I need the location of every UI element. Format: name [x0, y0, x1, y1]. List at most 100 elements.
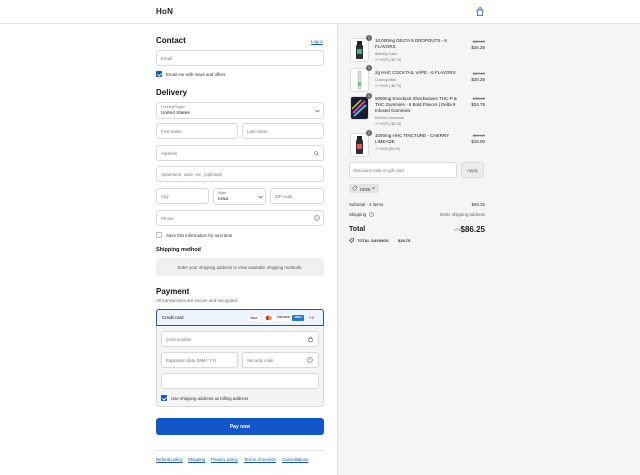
help-circle-icon[interactable]: ?	[314, 215, 320, 221]
product-discount: ☍ H025 (-$6.75)	[375, 58, 402, 62]
news-label: Email me with news and offers	[166, 72, 226, 77]
quantity-badge: 1	[366, 93, 372, 99]
product-thumbnail	[350, 96, 369, 120]
first-name-field[interactable]: First name	[156, 123, 238, 139]
help-circle-icon[interactable]: ?	[307, 357, 313, 363]
product-variant: Electric Lemonade	[375, 116, 404, 120]
payment-subtitle: All transactions are secure and encrypte…	[156, 298, 239, 303]
product-discount-text: H025 (-$6.75)	[379, 58, 402, 62]
country-select[interactable]: Country/Region United States	[156, 102, 324, 119]
zip-field[interactable]: ZIP code	[270, 188, 324, 204]
expiration-placeholder: Expiration date (MM / YY)	[166, 358, 217, 363]
total-savings-value: $28.75	[398, 238, 411, 243]
pay-now-label: Pay now	[229, 424, 251, 430]
product-thumbnail	[350, 68, 369, 92]
product-discount: ☍ H025 ($5.00)	[375, 147, 400, 151]
product-price: $20.25	[471, 77, 485, 82]
total-label: Total	[349, 226, 366, 233]
pay-now-button[interactable]: Pay now	[156, 418, 324, 435]
contact-title: Contact	[156, 36, 186, 45]
name-on-card-field[interactable]	[161, 373, 319, 389]
amex-icon: AMEX	[292, 315, 304, 321]
billing-same-checkbox[interactable]	[161, 395, 167, 401]
product-price: $24.75	[471, 102, 485, 107]
security-code-placeholder: Security code	[247, 358, 274, 363]
shopping-bag-icon[interactable]	[476, 7, 484, 16]
shipping-label: Shipping	[349, 212, 367, 217]
state-label: State	[218, 191, 227, 195]
product-old-price: $33.00	[472, 39, 485, 44]
product-discount-text: H025 ($5.00)	[379, 147, 400, 151]
city-field[interactable]: City	[156, 188, 209, 204]
apartment-field[interactable]: Apartment, suite, etc. (optional)	[156, 166, 324, 182]
card-number-field[interactable]: Card number	[161, 331, 319, 347]
header: HoN	[0, 0, 640, 24]
product-variant: Birthday Cake	[375, 52, 397, 56]
terms-of-service-link[interactable]: Terms of service	[244, 457, 276, 462]
login-link[interactable]: Log in	[311, 39, 323, 44]
country-label: Country/Region	[161, 105, 186, 109]
expiration-field[interactable]: Expiration date (MM / YY)	[161, 352, 238, 368]
apply-button[interactable]: Apply	[461, 162, 484, 178]
phone-placeholder: Phone	[161, 216, 174, 221]
shipping-method-message: Enter your shipping address to view avai…	[177, 264, 303, 270]
product-discount: ☍ H025 (-$8.25)	[375, 122, 402, 126]
visa-icon: VISA	[248, 315, 260, 321]
product-name: 10,000mg DELTA 8 DROPOUTS - 6 FLAVORS	[375, 38, 447, 49]
delivery-title: Delivery	[156, 88, 188, 97]
news-checkbox[interactable]	[156, 71, 162, 77]
apply-label: Apply	[467, 168, 478, 173]
search-icon	[314, 151, 319, 156]
remove-code-icon[interactable]: ×	[372, 186, 375, 192]
product-old-price: $27.00	[472, 71, 485, 76]
brand-logo[interactable]: HoN	[156, 7, 173, 16]
security-code-field[interactable]: Security code ?	[242, 352, 319, 368]
tag-icon	[352, 186, 357, 191]
state-select[interactable]: State Iowa	[213, 188, 266, 205]
save-info-checkbox[interactable]	[156, 232, 162, 238]
product-name: 2g HHC COCKTAIL VAPE - 6 FLAVORS	[375, 70, 456, 75]
product-discount-text: H025 (-$8.25)	[379, 122, 402, 126]
discover-icon: DISCOVER	[277, 315, 290, 321]
footer-divider	[156, 450, 324, 451]
chevron-down-icon	[315, 109, 320, 113]
lock-icon	[308, 336, 313, 342]
address-field[interactable]: Address	[156, 145, 324, 161]
subtotal-label: Subtotal · 4 items	[349, 202, 384, 207]
apartment-placeholder: Apartment, suite, etc. (optional)	[161, 172, 223, 177]
cancellations-link[interactable]: Cancellations	[282, 457, 308, 462]
product-price: $26.25	[471, 45, 485, 50]
shipping-value: Enter shipping address	[440, 212, 485, 217]
refund-policy-link[interactable]: Refund policy	[156, 457, 183, 462]
product-name: 5000mg Knockout Shockwaves THC-P & THC G…	[375, 96, 457, 113]
help-circle-icon[interactable]: ?	[369, 212, 374, 217]
svg-text:?: ?	[316, 216, 318, 220]
discount-code-input[interactable]: Discount code or gift card	[349, 162, 457, 178]
product-old-price: $33.00	[472, 96, 485, 101]
phone-field[interactable]: Phone ?	[156, 210, 324, 226]
tag-icon	[349, 238, 354, 243]
email-field[interactable]: Email	[156, 50, 324, 66]
privacy-policy-link[interactable]: Privacy policy	[211, 457, 238, 462]
order-summary	[337, 24, 640, 475]
first-name-placeholder: First name	[161, 129, 182, 134]
product-name: 1000mg HHC TINCTURE - CHERRY LIMEADE	[375, 133, 450, 144]
shipping-link[interactable]: Shipping	[188, 457, 205, 462]
subtotal-value: $86.25	[471, 202, 485, 207]
credit-card-label: Credit card	[162, 315, 184, 320]
product-old-price: $20.00	[472, 133, 485, 138]
chevron-down-icon	[258, 195, 263, 199]
quantity-badge: 1	[366, 130, 372, 136]
total-savings-label: TOTAL SAVINGS	[357, 238, 389, 243]
more-cards-badge: +2	[309, 315, 315, 320]
email-placeholder: Email	[161, 56, 172, 61]
applied-code-text: H025	[360, 186, 371, 192]
applied-code-tag: H025 ×	[349, 184, 379, 193]
product-variant: Cosmopolitan	[375, 78, 397, 82]
last-name-field[interactable]: Last name	[242, 123, 324, 139]
last-name-placeholder: Last name	[247, 129, 268, 134]
product-discount-text: H025 (-$6.75)	[379, 84, 402, 88]
billing-same-label: Use shipping address as billing address	[171, 396, 249, 401]
product-discount: ☍ H025 (-$6.75)	[375, 84, 402, 88]
product-price: $15.00	[471, 139, 485, 144]
